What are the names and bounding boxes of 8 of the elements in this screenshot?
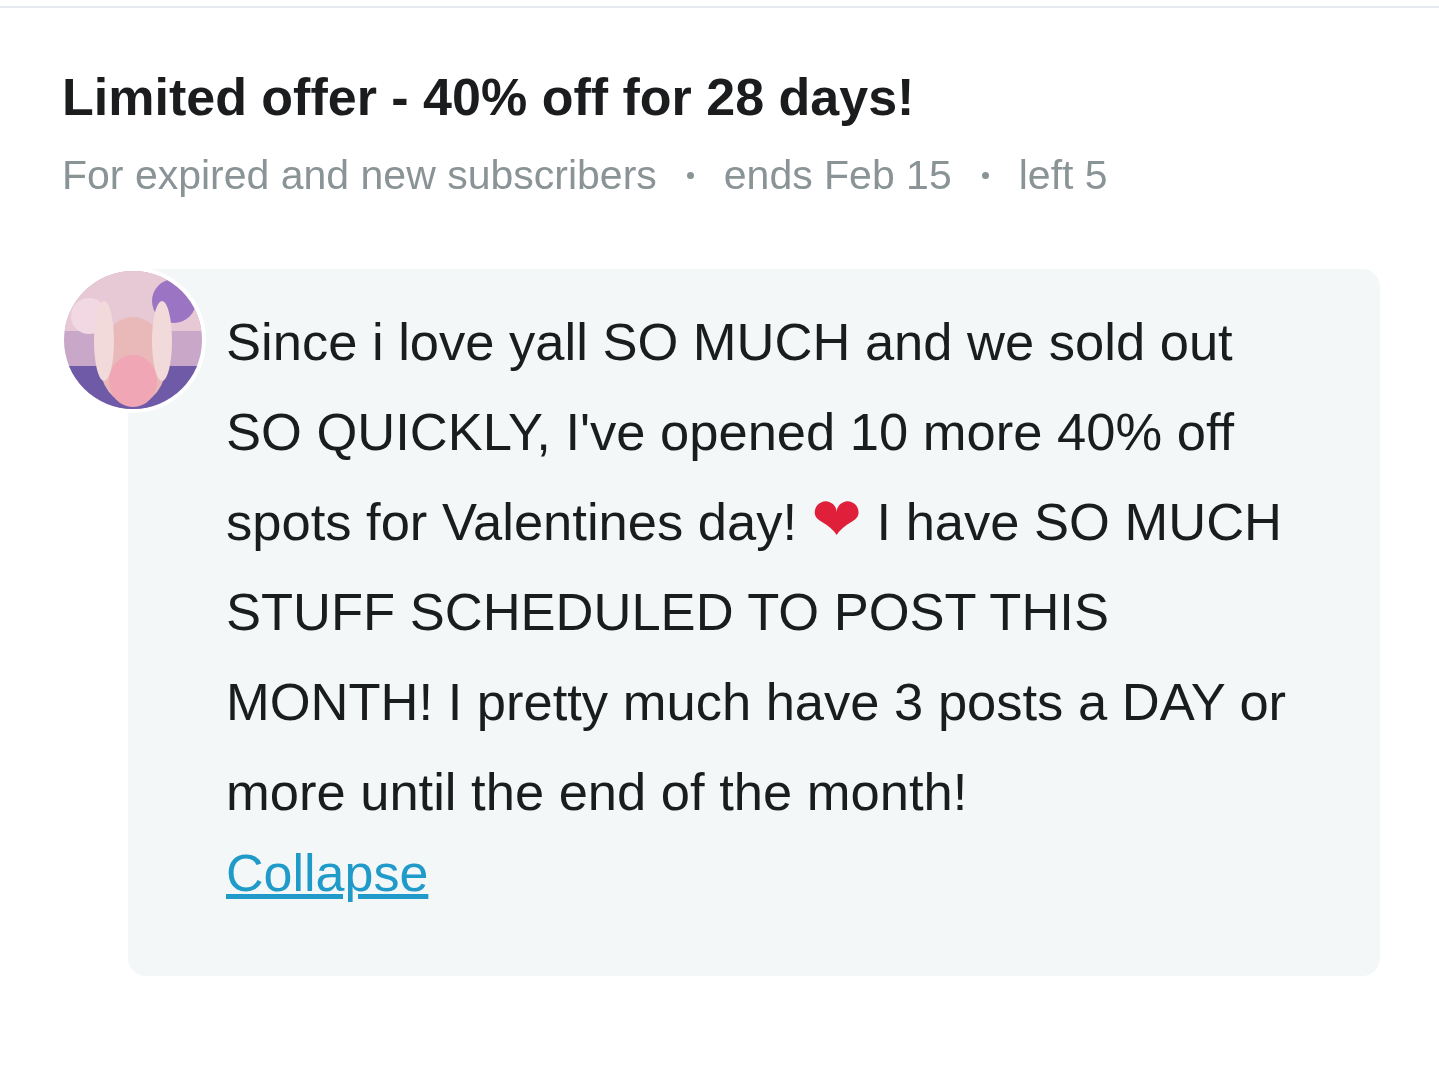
separator-dot (981, 172, 989, 180)
offer-detail: ends Feb 15 (723, 152, 952, 200)
offer-title: Limited offer - 40% off for 28 days! (62, 67, 916, 128)
collapse-link[interactable]: Collapse (226, 843, 429, 904)
offer-detail: left 5 (1018, 152, 1108, 200)
message-text: Since i love yall SO MUCH and we sold out SO QUICKLY, I've opened 10 more 40% off spots for Valentines day! ❤ I have SO MUCH STUFF SCHEDULED TO POST THIS MONTH! I pretty much have 3 posts a DAY or more until the end of the month! (226, 311, 1288, 824)
separator-dot (686, 172, 694, 180)
offer-detail: For expired and new subscribers (62, 152, 657, 200)
